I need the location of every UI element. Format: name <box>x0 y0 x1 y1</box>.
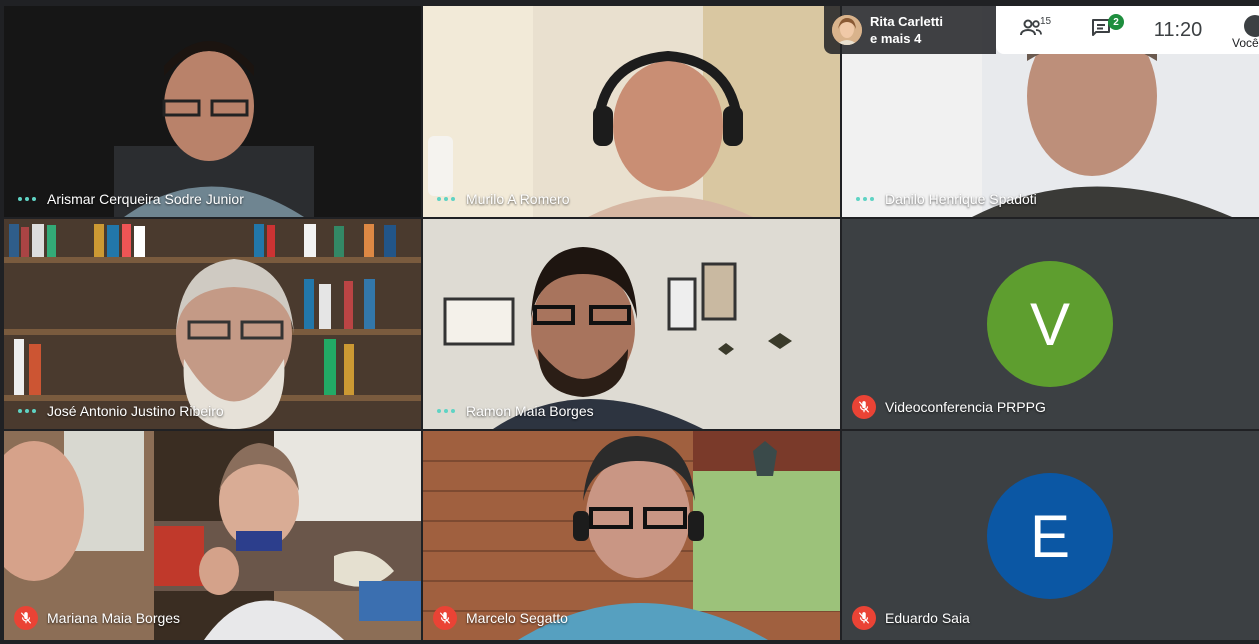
participant-name: Danilo Henrique Spadoti <box>885 191 1037 207</box>
participant-label: Danilo Henrique Spadoti <box>856 191 1037 207</box>
participant-name: Murilo A Romero <box>466 191 570 207</box>
participant-tile[interactable]: Marcelo Segatto <box>423 431 840 640</box>
participant-video <box>4 6 421 217</box>
self-view-label: Você <box>1232 36 1259 50</box>
presenter-name: Rita Carletti <box>870 14 943 29</box>
participant-tile[interactable]: José Antonio Justino Ribeiro <box>4 219 421 429</box>
mic-off-icon <box>14 606 38 630</box>
participant-video <box>4 219 421 429</box>
mic-off-icon <box>433 606 457 630</box>
participant-label: Marcelo Segatto <box>433 606 568 630</box>
clock: 11:20 <box>1136 6 1220 54</box>
participant-tile[interactable]: V Videoconferencia PRPPG <box>842 219 1259 429</box>
presenter-avatar <box>832 15 862 45</box>
participant-name: José Antonio Justino Ribeiro <box>47 403 224 419</box>
presenter-others: e mais 4 <box>870 31 922 46</box>
participant-name: Marcelo Segatto <box>466 610 568 626</box>
bottom-strip <box>0 640 1259 644</box>
participant-label: Mariana Maia Borges <box>14 606 181 630</box>
participant-name: Eduardo Saia <box>885 610 970 626</box>
speaking-indicator-icon <box>18 409 38 413</box>
participant-name: Arismar Cerqueira Sodre Junior <box>47 191 244 207</box>
speaking-indicator-icon <box>18 197 38 201</box>
participant-label: Eduardo Saia <box>852 606 970 630</box>
participant-tile[interactable]: Murilo A Romero <box>423 6 840 217</box>
current-time: 11:20 <box>1153 18 1203 41</box>
speaking-indicator-icon <box>437 409 457 413</box>
mic-off-icon <box>852 395 876 419</box>
participant-avatar: V <box>987 261 1113 387</box>
speaking-indicator-icon <box>437 197 457 201</box>
participant-video <box>423 6 840 217</box>
participant-name: Videoconferencia PRPPG <box>885 399 1046 415</box>
meeting-controls: 15 2 11:20 <box>996 6 1259 54</box>
mic-off-icon <box>852 606 876 630</box>
participant-name: Mariana Maia Borges <box>47 610 181 626</box>
speaking-indicator-icon <box>856 197 876 201</box>
participant-label: Murilo A Romero <box>437 191 569 207</box>
participant-label: Videoconferencia PRPPG <box>852 395 1046 419</box>
participant-video <box>423 219 840 429</box>
presenter-chip[interactable]: Rita Carletti e mais 4 <box>824 6 996 54</box>
chat-button[interactable]: 2 <box>1066 6 1136 54</box>
participant-label: José Antonio Justino Ribeiro <box>18 403 224 419</box>
chat-unread-badge: 2 <box>1108 14 1124 30</box>
participants-button[interactable]: 15 <box>996 6 1066 54</box>
top-bar: Rita Carletti e mais 4 15 2 11:20 Você <box>824 6 1259 54</box>
video-grid: Arismar Cerqueira Sodre Junior Murilo A … <box>0 0 1259 644</box>
participant-label: Arismar Cerqueira Sodre Junior <box>18 191 244 207</box>
self-avatar-icon <box>1244 15 1259 37</box>
participant-name: Ramon Maia Borges <box>466 403 594 419</box>
participants-count: 15 <box>1040 16 1052 27</box>
participant-label: Ramon Maia Borges <box>437 403 594 419</box>
participant-tile[interactable]: Ramon Maia Borges <box>423 219 840 429</box>
participant-avatar: E <box>987 473 1113 599</box>
participant-tile[interactable]: Arismar Cerqueira Sodre Junior <box>4 6 421 217</box>
participant-tile[interactable]: E Eduardo Saia <box>842 431 1259 640</box>
participant-tile[interactable]: Mariana Maia Borges <box>4 431 421 640</box>
